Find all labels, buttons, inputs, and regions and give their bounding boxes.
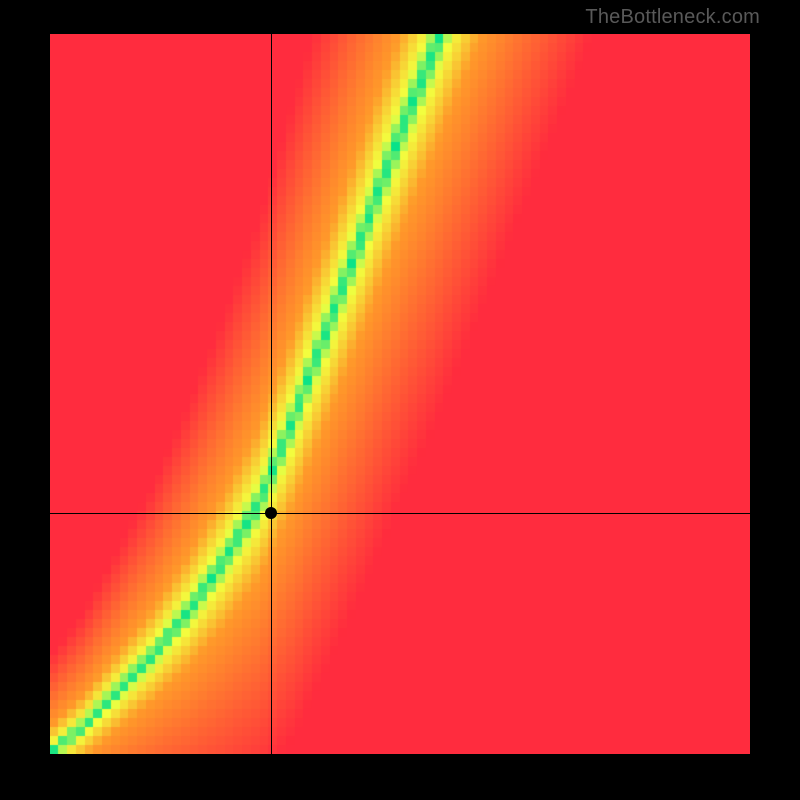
crosshair-horizontal bbox=[50, 513, 750, 514]
watermark-text: TheBottleneck.com bbox=[585, 6, 760, 29]
heatmap-plot bbox=[50, 34, 750, 754]
heatmap-canvas bbox=[50, 34, 750, 754]
chart-container: TheBottleneck.com bbox=[0, 0, 800, 800]
crosshair-vertical bbox=[271, 34, 272, 754]
marker-dot bbox=[265, 507, 277, 519]
